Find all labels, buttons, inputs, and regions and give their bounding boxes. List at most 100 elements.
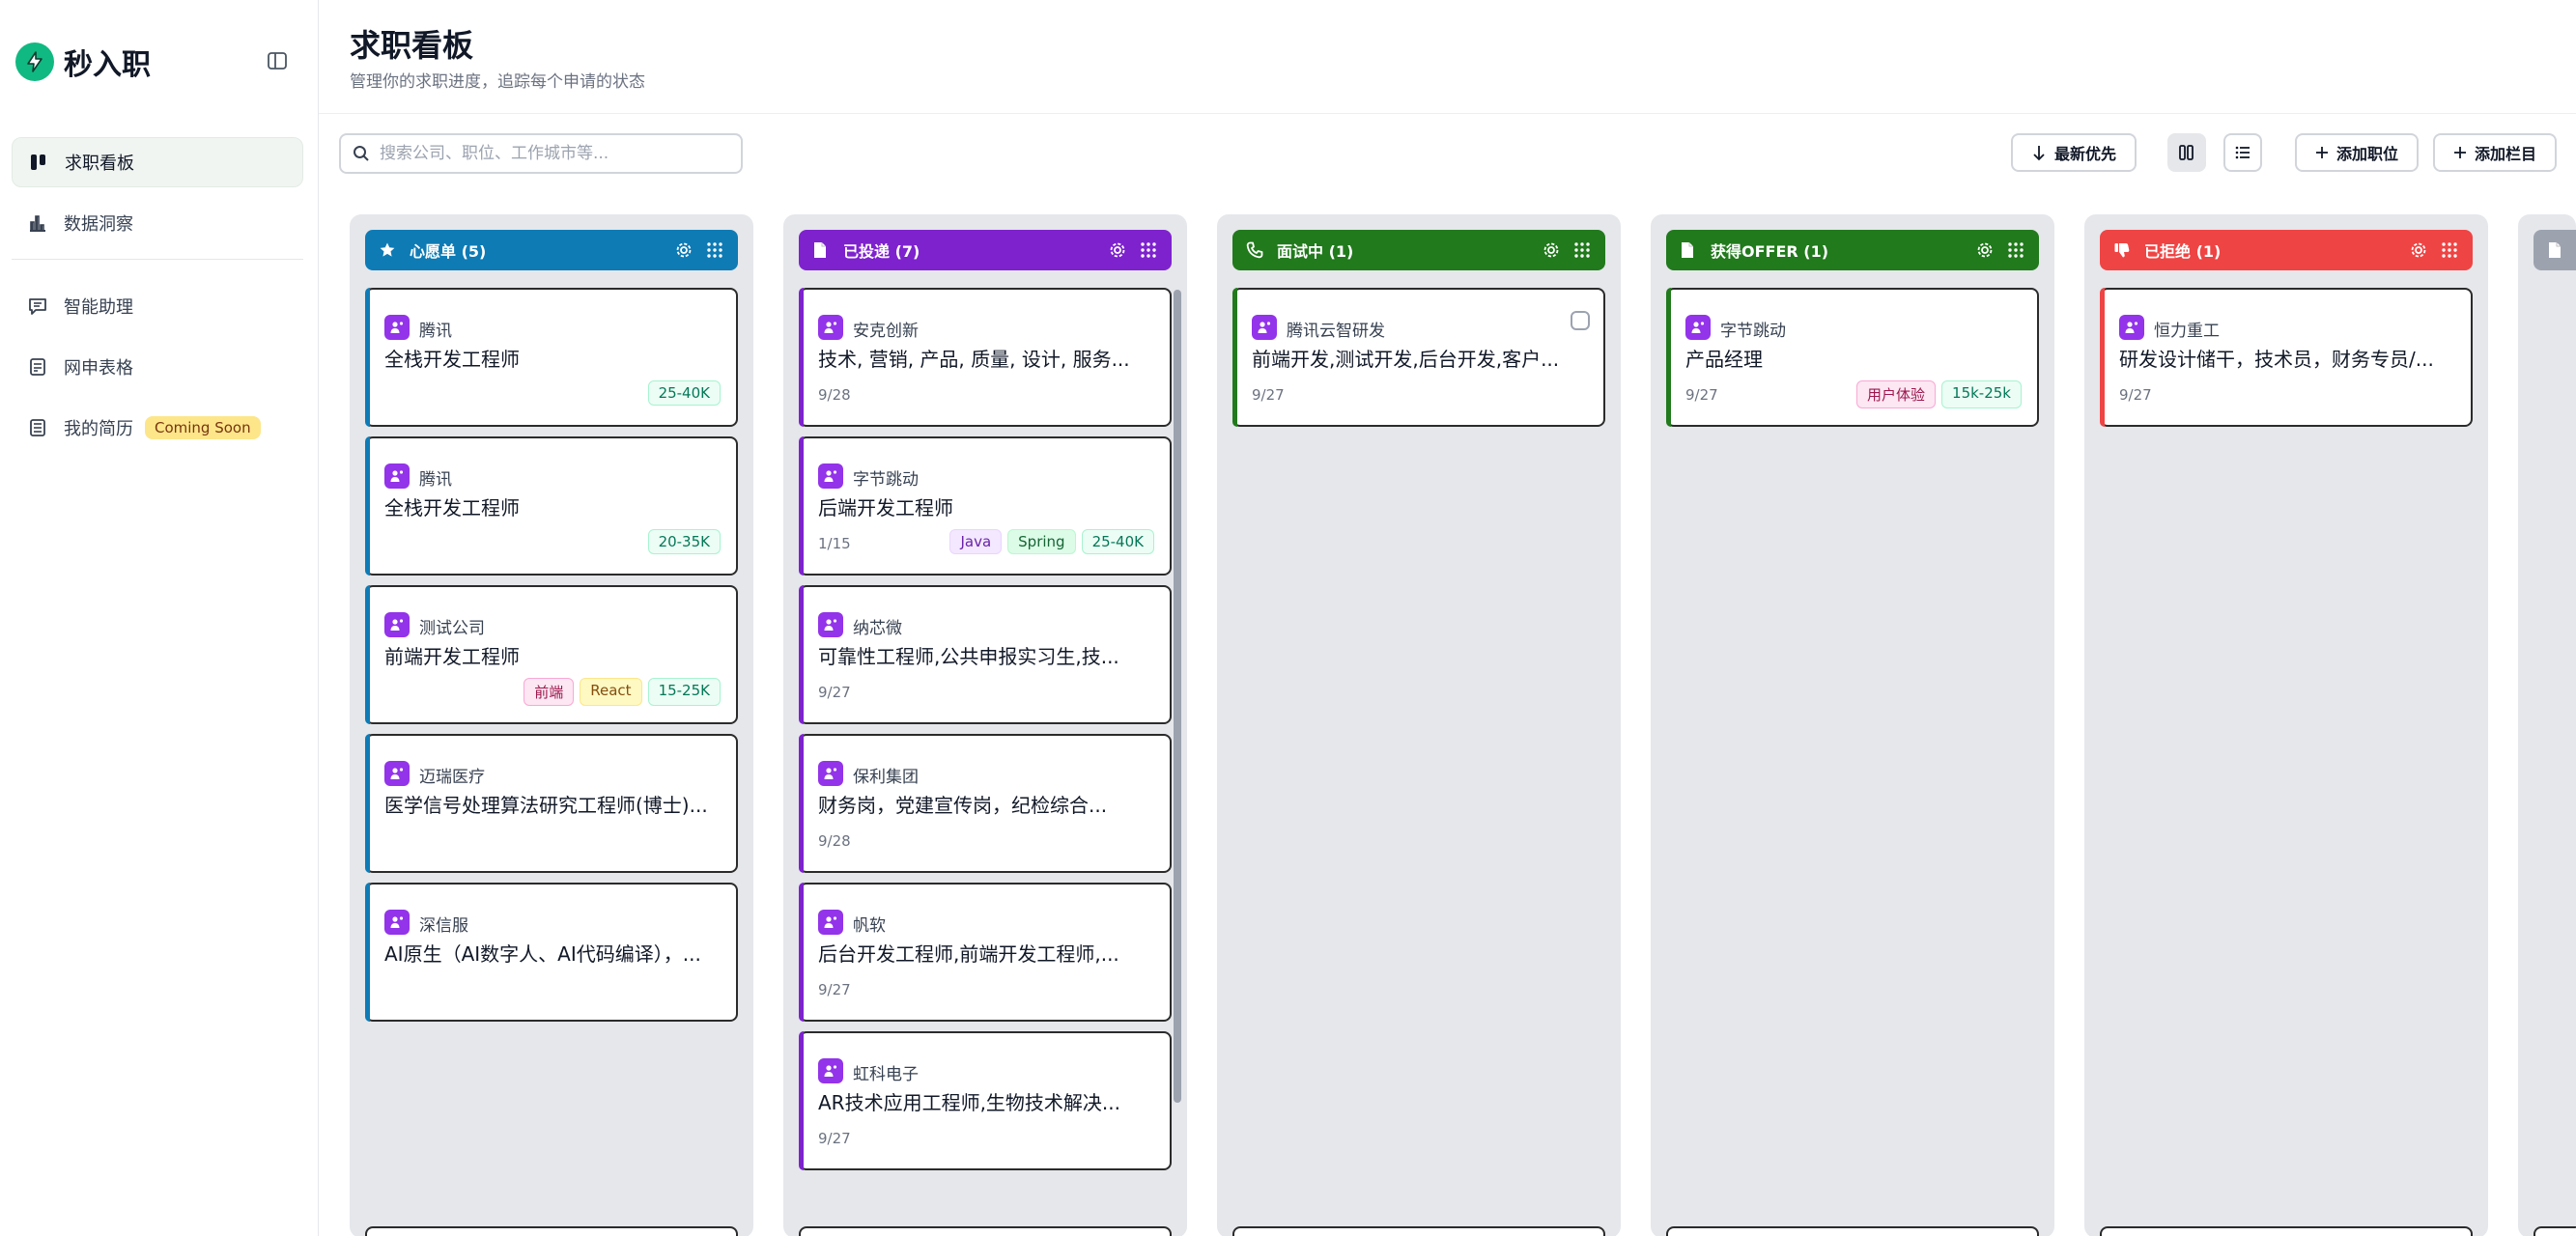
- column-title: 获得OFFER (1): [1711, 242, 1829, 261]
- column-header[interactable]: 已投递 (7): [799, 230, 1172, 270]
- job-card[interactable]: 字节跳动 产品经理 9/27 用户体验 15k-25k: [1666, 288, 2039, 427]
- company-name: 测试公司: [419, 619, 485, 638]
- drag-handle-icon[interactable]: [1572, 240, 1592, 260]
- column-title: 心愿单 (5): [410, 242, 487, 261]
- job-card[interactable]: 腾讯云智研发 前端开发,测试开发,后台开发,客户... 9/27: [1232, 288, 1605, 427]
- card-accent: [365, 734, 370, 873]
- job-card[interactable]: 安克创新 技术, 营销, 产品, 质量, 设计, 服务... 9/28: [799, 288, 1172, 427]
- column-header[interactable]: 已拒绝 (1): [2100, 230, 2473, 270]
- columns-view-icon: [2178, 144, 2195, 161]
- job-title: 研发设计储干，技术员，财务专员/...: [2119, 348, 2434, 371]
- sidebar-item-kanban[interactable]: 求职看板: [12, 137, 303, 187]
- add-job-button[interactable]: 添加职位: [2295, 133, 2419, 172]
- company-name: 虹科电子: [853, 1065, 919, 1084]
- job-card[interactable]: 保利集团 财务岗，党建宣传岗，纪检综合... 9/28: [799, 734, 1172, 873]
- kanban-column: 心愿单 (5) 腾讯 全栈开发工程师 25-40K 腾讯 全栈开发工程师 20-…: [350, 214, 753, 1236]
- add-card-footer[interactable]: [2534, 1226, 2576, 1236]
- gear-icon[interactable]: [2409, 240, 2428, 260]
- sidebar-toggle-icon[interactable]: [267, 50, 288, 71]
- sidebar-item-label: 数据洞察: [64, 214, 133, 235]
- job-card[interactable]: 深信服 AI原生（AI数字人、AI代码编译），...: [365, 883, 738, 1022]
- job-card[interactable]: 字节跳动 后端开发工程师 1/15 Java Spring 25-40K: [799, 436, 1172, 576]
- column-header[interactable]: 面试中 (1): [1232, 230, 1605, 270]
- kanban-column: 已拒绝 (1) 恒力重工 研发设计储干，技术员，财务专员/... 9/27: [2084, 214, 2488, 1236]
- card-date: 9/28: [818, 386, 851, 404]
- gear-icon[interactable]: [1542, 240, 1561, 260]
- job-title: 后台开发工程师,前端开发工程师,...: [818, 942, 1119, 966]
- column-scrollbar[interactable]: [1174, 290, 1181, 1103]
- sidebar-nav: 求职看板 数据洞察 智能助理 网申表格 我的简历 Coming Soon: [12, 137, 303, 464]
- job-tag: Spring: [1007, 529, 1076, 554]
- card-accent: [799, 288, 804, 427]
- column-header[interactable]: 获得OFFER (1): [1666, 230, 2039, 270]
- job-card[interactable]: 帆软 后台开发工程师,前端开发工程师,... 9/27: [799, 883, 1172, 1022]
- job-tag: 25-40K: [647, 380, 721, 406]
- sidebar-item-forms[interactable]: 网申表格: [12, 342, 303, 392]
- list-view-icon: [2234, 144, 2251, 161]
- tag-list: 前端 React 15-25K: [518, 678, 721, 706]
- add-card-footer[interactable]: [365, 1226, 738, 1236]
- add-card-footer[interactable]: [1666, 1226, 2039, 1236]
- job-card[interactable]: 腾讯 全栈开发工程师 25-40K: [365, 288, 738, 427]
- phone-icon: [1246, 241, 1267, 259]
- card-accent: [799, 1031, 804, 1170]
- company-name: 安克创新: [853, 322, 919, 341]
- card-accent: [365, 288, 370, 427]
- card-accent: [365, 436, 370, 576]
- add-card-footer[interactable]: [2100, 1226, 2473, 1236]
- column-header[interactable]: 心愿单 (5): [365, 230, 738, 270]
- job-card[interactable]: 纳芯微 可靠性工程师,公共申报实习生,技... 9/27: [799, 585, 1172, 724]
- add-card-footer[interactable]: [1232, 1226, 1605, 1236]
- drag-handle-icon[interactable]: [705, 240, 724, 260]
- job-card[interactable]: 恒力重工 研发设计储干，技术员，财务专员/... 9/27: [2100, 288, 2473, 427]
- job-card[interactable]: 迈瑞医疗 医学信号处理算法研究工程师(博士)...: [365, 734, 738, 873]
- gear-icon[interactable]: [1108, 240, 1127, 260]
- company-avatar-icon: [1685, 315, 1711, 340]
- brand-name: 秒入职: [64, 48, 151, 82]
- sidebar-item-resume[interactable]: 我的简历 Coming Soon: [12, 403, 303, 453]
- sidebar-item-label: 网申表格: [64, 358, 133, 379]
- card-list: 恒力重工 研发设计储干，技术员，财务专员/... 9/27: [2100, 288, 2473, 436]
- job-title: 医学信号处理算法研究工程师(博士)...: [384, 794, 708, 817]
- drag-handle-icon[interactable]: [1139, 240, 1158, 260]
- nav-divider: [12, 259, 303, 260]
- page-subtitle: 管理你的求职进度，追踪每个申请的状态: [350, 72, 645, 92]
- card-list: 腾讯云智研发 前端开发,测试开发,后台开发,客户... 9/27: [1232, 288, 1605, 436]
- card-accent: [2100, 288, 2105, 427]
- sidebar-item-insights[interactable]: 数据洞察: [12, 198, 303, 248]
- search-box[interactable]: [339, 133, 743, 174]
- kanban-board: 心愿单 (5) 腾讯 全栈开发工程师 25-40K 腾讯 全栈开发工程师 20-…: [319, 214, 2576, 1236]
- sidebar-item-label: 我的简历: [64, 419, 133, 439]
- company-name: 纳芯微: [853, 619, 902, 638]
- drag-handle-icon[interactable]: [2006, 240, 2025, 260]
- job-card[interactable]: 测试公司 前端开发工程师 前端 React 15-25K: [365, 585, 738, 724]
- company-name: 字节跳动: [1720, 322, 1786, 341]
- column-header[interactable]: [2534, 230, 2576, 270]
- card-date: 9/27: [818, 1130, 851, 1147]
- job-card[interactable]: 虹科电子 AR技术应用工程师,生物技术解决... 9/27: [799, 1031, 1172, 1170]
- sort-button[interactable]: 最新优先: [2011, 133, 2137, 172]
- search-input[interactable]: [380, 144, 727, 163]
- card-list: 腾讯 全栈开发工程师 25-40K 腾讯 全栈开发工程师 20-35K 测试公司…: [365, 288, 738, 1031]
- bar-chart-icon: [27, 212, 48, 234]
- company-name: 腾讯: [419, 322, 452, 341]
- tag-list: 用户体验 15k-25k: [1851, 380, 2022, 408]
- select-checkbox[interactable]: [1571, 311, 1590, 330]
- sidebar-item-assistant[interactable]: 智能助理: [12, 281, 303, 331]
- job-tag: 前端: [524, 678, 575, 706]
- company-avatar-icon: [2119, 315, 2144, 340]
- add-card-footer[interactable]: [799, 1226, 1172, 1236]
- drag-handle-icon[interactable]: [2440, 240, 2459, 260]
- sidebar: 秒入职 求职看板 数据洞察 智能助理 网申表格 我的简历 Coming Soon: [0, 0, 319, 1236]
- board-view-button[interactable]: [2167, 133, 2206, 172]
- company-avatar-icon: [818, 315, 843, 340]
- brand[interactable]: 秒入职: [15, 41, 151, 83]
- job-tag: 用户体验: [1856, 380, 1937, 408]
- company-name: 帆软: [853, 916, 886, 936]
- job-card[interactable]: 腾讯 全栈开发工程师 20-35K: [365, 436, 738, 576]
- gear-icon[interactable]: [1975, 240, 1995, 260]
- gear-icon[interactable]: [674, 240, 694, 260]
- card-accent: [1666, 288, 1671, 427]
- add-column-button[interactable]: 添加栏目: [2433, 133, 2557, 172]
- list-view-button[interactable]: [2223, 133, 2262, 172]
